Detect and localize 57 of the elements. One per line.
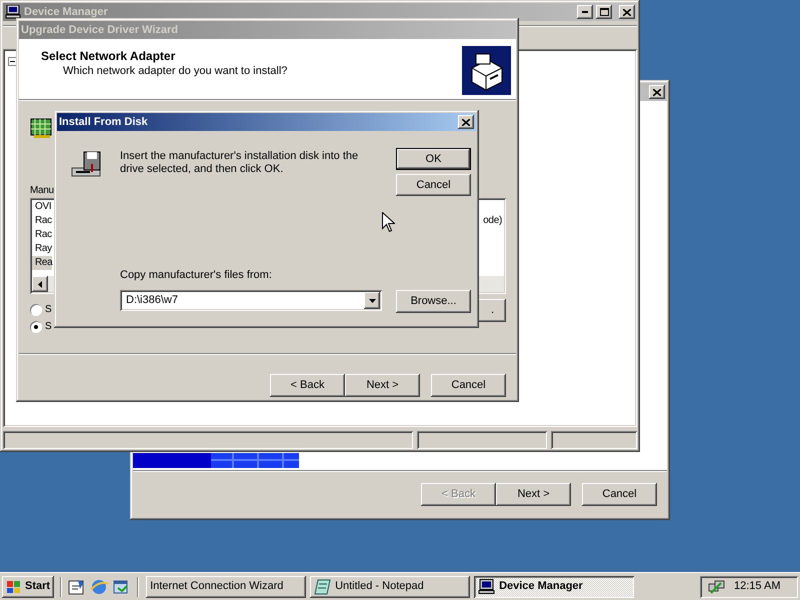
taskbar-button[interactable]: Device Manager: [474, 576, 634, 598]
flag-icon: [6, 580, 22, 594]
start-button[interactable]: Start: [2, 576, 54, 598]
minimize-button[interactable]: [577, 5, 593, 19]
arrow-left-icon: [38, 280, 42, 288]
wizard-subheading: Which network adapter do you want to install?: [62, 65, 288, 78]
dropdown-button[interactable]: [364, 292, 380, 309]
browse-button[interactable]: Browse...: [396, 290, 471, 313]
close-button[interactable]: [649, 85, 665, 99]
desktop-icon[interactable]: [68, 578, 86, 596]
list-item[interactable]: Ray: [32, 242, 52, 256]
list-item[interactable]: Rea: [32, 256, 52, 270]
radio-button[interactable]: [30, 320, 42, 332]
list-item[interactable]: OVI: [32, 200, 52, 214]
window-title: Upgrade Device Driver Wizard: [21, 24, 178, 36]
next-button[interactable]: Next >: [345, 374, 420, 397]
taskbar-button[interactable]: Untitled - Notepad: [310, 576, 470, 598]
close-icon: [462, 118, 470, 126]
window-title: Install From Disk: [59, 116, 149, 128]
mouse-pointer-icon: [382, 212, 395, 233]
taskbar-button[interactable]: Internet Connection Wizard: [146, 576, 306, 598]
back-button[interactable]: < Back: [270, 374, 345, 397]
collapse-icon[interactable]: [8, 57, 17, 66]
instruction-text: Insert the manufacturer's installation disk into the drive selected, and then click OK.: [120, 150, 360, 176]
maximize-icon: [600, 8, 608, 16]
radio-label: S: [45, 303, 52, 316]
list-item[interactable]: Rac: [32, 228, 52, 242]
field-label: Copy manufacturer's files from:: [120, 269, 273, 282]
maximize-button[interactable]: [596, 5, 612, 19]
notebook-icon: [314, 578, 332, 594]
hardware-box-icon: [462, 46, 511, 95]
wizard-heading: Select Network Adapter: [41, 50, 176, 63]
clock-text: 12:15 AM: [734, 580, 780, 593]
cancel-button[interactable]: Cancel: [431, 374, 506, 397]
window-icon[interactable]: [112, 578, 130, 596]
circuit-board-icon: [30, 117, 54, 139]
list-item[interactable]: Rac: [32, 214, 52, 228]
close-button[interactable]: [458, 115, 474, 129]
list-label: Manu: [30, 184, 54, 197]
radio-label: S: [45, 320, 52, 333]
path-combo-box[interactable]: D:\i386\w7: [120, 290, 382, 311]
scroll-left-button[interactable]: [32, 276, 48, 292]
list-item[interactable]: ode): [483, 214, 504, 228]
network-icon[interactable]: [708, 578, 726, 594]
close-button[interactable]: [619, 5, 635, 19]
window-title: Device Manager: [24, 6, 109, 18]
next-button[interactable]: Next >: [496, 483, 571, 506]
close-icon: [653, 88, 661, 96]
ok-button[interactable]: OK: [396, 148, 471, 170]
cancel-button[interactable]: Cancel: [582, 483, 657, 506]
cancel-button[interactable]: Cancel: [396, 174, 471, 196]
close-icon: [623, 8, 631, 16]
computer-icon: [5, 5, 21, 19]
caret-icon: [368, 298, 376, 302]
minimize-icon: [582, 11, 588, 13]
radio-button[interactable]: [30, 304, 42, 316]
computer-icon: [478, 578, 496, 594]
